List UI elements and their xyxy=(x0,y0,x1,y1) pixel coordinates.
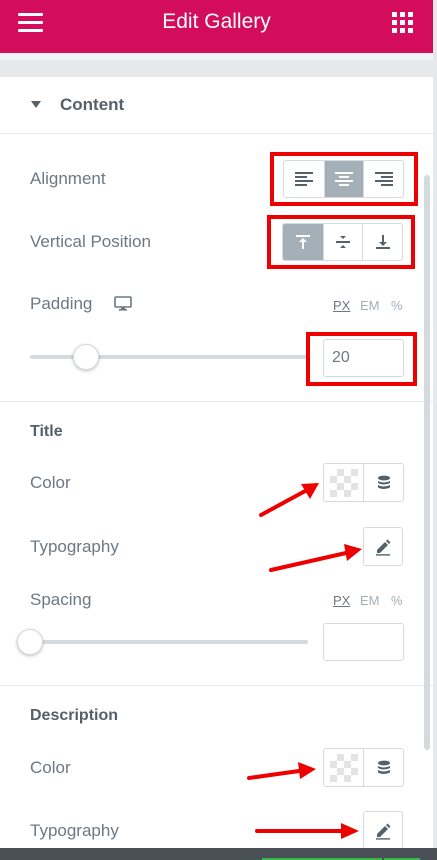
scrollbar[interactable] xyxy=(424,175,430,750)
annotation-arrow xyxy=(247,762,316,780)
title-typography-edit-button[interactable] xyxy=(363,527,403,566)
padding-label: Padding xyxy=(30,294,93,313)
pencil-icon xyxy=(376,539,391,556)
global-colors-button[interactable] xyxy=(364,464,403,501)
panel-edge xyxy=(433,0,437,860)
panel-title: Edit Gallery xyxy=(162,10,271,33)
title-typography-label: Typography xyxy=(30,537,119,556)
annotation-arrow xyxy=(269,544,362,572)
spacing-input[interactable] xyxy=(323,623,404,661)
divider xyxy=(0,685,433,686)
database-icon xyxy=(377,760,390,774)
alignment-label: Alignment xyxy=(30,169,106,188)
color-swatch[interactable] xyxy=(324,749,364,786)
color-swatch[interactable] xyxy=(324,464,364,501)
unit-em[interactable]: EM xyxy=(360,593,380,608)
panel-header: Edit Gallery xyxy=(0,0,433,53)
title-color-control xyxy=(323,463,404,502)
section-toggle-content[interactable]: Content xyxy=(0,77,433,134)
transparent-swatch xyxy=(329,753,358,782)
unit-px[interactable]: PX xyxy=(333,593,350,608)
padding-slider-track[interactable] xyxy=(30,355,308,359)
section-title: Content xyxy=(60,95,125,114)
global-colors-button[interactable] xyxy=(364,749,403,786)
title-color-label: Color xyxy=(30,473,71,492)
pencil-icon xyxy=(376,823,391,840)
unit-percent[interactable]: % xyxy=(391,298,403,313)
description-typography-label: Typography xyxy=(30,821,119,840)
highlight-box xyxy=(267,215,415,269)
padding-slider-handle[interactable] xyxy=(72,344,99,370)
highlight-box xyxy=(270,152,418,206)
database-icon xyxy=(377,475,390,489)
desktop-icon[interactable] xyxy=(114,296,132,311)
padding-units: PX EM % xyxy=(333,298,403,314)
caret-down-icon xyxy=(31,101,41,108)
divider xyxy=(0,401,433,402)
description-typography-edit-button[interactable] xyxy=(363,811,403,850)
annotation-arrow xyxy=(255,823,359,839)
vertical-position-label: Vertical Position xyxy=(30,232,151,251)
highlight-box xyxy=(306,332,417,386)
unit-px[interactable]: PX xyxy=(333,298,350,313)
transparent-swatch xyxy=(329,468,358,497)
unit-percent[interactable]: % xyxy=(391,593,403,608)
unit-em[interactable]: EM xyxy=(360,298,380,313)
spacing-slider-handle[interactable] xyxy=(17,629,43,655)
spacing-units: PX EM % xyxy=(333,593,403,609)
description-color-label: Color xyxy=(30,758,71,777)
annotation-arrow xyxy=(259,483,319,517)
spacing-label: Spacing xyxy=(30,590,92,609)
apps-grid-icon[interactable] xyxy=(392,12,413,33)
spacing-slider-track[interactable] xyxy=(30,640,308,644)
title-section-heading: Title xyxy=(30,423,63,440)
description-section-heading: Description xyxy=(30,707,119,724)
description-color-control xyxy=(323,748,404,787)
tabs-spacer xyxy=(0,53,433,77)
panel-footer xyxy=(0,848,437,860)
